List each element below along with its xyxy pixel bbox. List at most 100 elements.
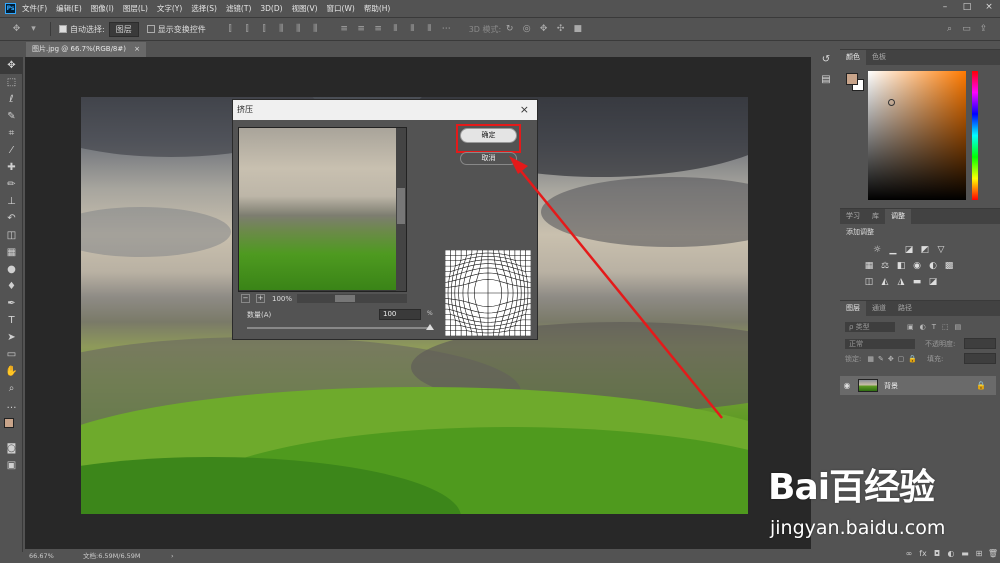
menu-help[interactable]: 帮助(H) (364, 3, 391, 14)
brush-tool-icon[interactable]: ✏ (0, 176, 23, 193)
layer-row-background[interactable]: ◉ 背景 🔒 (840, 376, 996, 395)
align-hcenter-icon[interactable]: ⫼ (292, 23, 305, 35)
blend-mode-select[interactable]: 正常 (845, 338, 915, 349)
gradient-map-icon[interactable]: ▬ (910, 276, 924, 288)
menu-window[interactable]: 窗口(W) (327, 3, 355, 14)
tab-swatches[interactable]: 色板 (866, 50, 892, 65)
align-bottom-icon[interactable]: ⫿ (258, 23, 271, 35)
menu-file[interactable]: 文件(F) (22, 3, 47, 14)
vibrance-icon[interactable]: ▽ (934, 244, 948, 256)
hue-saturation-icon[interactable]: ▦ (862, 260, 876, 272)
dialog-close-icon[interactable]: × (520, 100, 529, 120)
distribute-top-icon[interactable]: ≡ (338, 23, 351, 35)
distribute-right-icon[interactable]: ⦀ (423, 23, 436, 35)
menu-filter[interactable]: 滤镜(T) (226, 3, 251, 14)
share-icon[interactable]: ⇪ (977, 23, 990, 35)
dropdown-chevron-icon[interactable]: ▾ (27, 23, 40, 35)
amount-slider[interactable] (247, 327, 431, 329)
tab-layers[interactable]: 图层 (840, 301, 866, 316)
more-tools-icon[interactable]: … (0, 397, 23, 414)
color-swatches[interactable] (0, 414, 23, 440)
3d-pan-icon[interactable]: ✥ (537, 23, 550, 35)
filter-preview[interactable] (238, 127, 407, 292)
tab-libraries[interactable]: 库 (866, 209, 885, 224)
blur-tool-icon[interactable]: ● (0, 261, 23, 278)
3d-scale-icon[interactable]: ■ (571, 23, 584, 35)
tab-adjustments[interactable]: 调整 (885, 209, 911, 224)
quick-select-tool-icon[interactable]: ✎ (0, 108, 23, 125)
curves-icon[interactable]: ◪ (902, 244, 916, 256)
fill-field[interactable] (964, 353, 996, 364)
photo-filter-icon[interactable]: ◉ (910, 260, 924, 272)
menu-type[interactable]: 文字(Y) (157, 3, 182, 14)
path-select-tool-icon[interactable]: ➤ (0, 329, 23, 346)
menu-layer[interactable]: 图层(L) (123, 3, 148, 14)
align-top-icon[interactable]: ⫿ (224, 23, 237, 35)
tab-channels[interactable]: 通道 (866, 301, 892, 316)
color-balance-icon[interactable]: ⚖ (878, 260, 892, 272)
hand-tool-icon[interactable]: ✋ (0, 363, 23, 380)
black-white-icon[interactable]: ◧ (894, 260, 908, 272)
shape-tool-icon[interactable]: ▭ (0, 346, 23, 363)
crop-tool-icon[interactable]: ⌗ (0, 125, 23, 142)
marquee-tool-icon[interactable]: ⬚ (0, 74, 23, 91)
transform-controls-checkbox[interactable] (146, 25, 155, 33)
zoom-tool-icon[interactable]: ⌕ (0, 380, 23, 397)
amount-input[interactable]: 100 (379, 309, 421, 320)
distribute-bottom-icon[interactable]: ≡ (372, 23, 385, 35)
exposure-icon[interactable]: ◩ (918, 244, 932, 256)
hue-slider[interactable] (972, 71, 978, 200)
distribute-vcenter-icon[interactable]: ≡ (355, 23, 368, 35)
clone-stamp-tool-icon[interactable]: ⊥ (0, 193, 23, 210)
3d-roll-icon[interactable]: ◎ (520, 23, 533, 35)
close-tab-icon[interactable]: × (134, 42, 140, 57)
tab-paths[interactable]: 路径 (892, 301, 918, 316)
document-tab[interactable]: 图片.jpg @ 66.7%(RGB/8#) × (26, 42, 146, 57)
color-field[interactable] (868, 71, 966, 200)
zoom-level[interactable]: 66.67% (29, 549, 54, 563)
posterize-icon[interactable]: ◭ (878, 276, 892, 288)
maximize-icon[interactable]: □ (956, 0, 978, 16)
auto-align-icon[interactable]: ⋯ (440, 23, 453, 35)
opacity-field[interactable] (964, 338, 996, 349)
lock-icons[interactable]: ▦✎✥▢🔒 (867, 355, 921, 363)
zoom-out-button[interactable]: − (241, 294, 250, 303)
threshold-icon[interactable]: ◮ (894, 276, 908, 288)
preview-vertical-scrollbar[interactable] (396, 128, 406, 291)
pen-tool-icon[interactable]: ✒ (0, 295, 23, 312)
auto-select-checkbox[interactable] (59, 25, 67, 33)
quick-mask-icon[interactable]: ◙ (0, 440, 23, 457)
color-picker-cursor[interactable] (888, 99, 895, 106)
color-lookup-icon[interactable]: ▩ (942, 260, 956, 272)
zoom-in-button[interactable]: + (256, 294, 265, 303)
tab-learn[interactable]: 学习 (840, 209, 866, 224)
properties-panel-icon[interactable]: ▤ (815, 70, 837, 90)
screen-mode-icon[interactable]: ▣ (0, 457, 23, 474)
align-right-icon[interactable]: ⫼ (309, 23, 322, 35)
auto-select-dropdown[interactable]: 图层 (108, 21, 139, 37)
workspace-icon[interactable]: ▭ (960, 23, 973, 35)
3d-slide-icon[interactable]: ✣ (554, 23, 567, 35)
distribute-hcenter-icon[interactable]: ⦀ (406, 23, 419, 35)
align-vcenter-icon[interactable]: ⫿ (241, 23, 254, 35)
menu-edit[interactable]: 编辑(E) (56, 3, 82, 14)
cancel-button[interactable]: 取消 (460, 152, 517, 165)
tab-color[interactable]: 颜色 (840, 50, 866, 65)
menu-view[interactable]: 视图(V) (292, 3, 318, 14)
lasso-tool-icon[interactable]: ℓ (0, 91, 23, 108)
menu-image[interactable]: 图像(I) (91, 3, 114, 14)
ok-button[interactable]: 确定 (460, 128, 517, 143)
history-brush-tool-icon[interactable]: ↶ (0, 210, 23, 227)
healing-brush-tool-icon[interactable]: ✚ (0, 159, 23, 176)
channel-mixer-icon[interactable]: ◐ (926, 260, 940, 272)
eyedropper-tool-icon[interactable]: ⁄ (0, 142, 23, 159)
menu-select[interactable]: 选择(S) (191, 3, 217, 14)
layer-filter-icons[interactable]: ▣◐T⬚▤ (907, 323, 967, 331)
align-left-icon[interactable]: ⫼ (275, 23, 288, 35)
dodge-tool-icon[interactable]: ♦ (0, 278, 23, 295)
preview-horizontal-scrollbar[interactable] (297, 294, 407, 303)
move-tool-icon[interactable]: ✥ (0, 57, 23, 74)
amount-slider-thumb[interactable] (426, 324, 434, 330)
minimize-icon[interactable]: – (934, 0, 956, 16)
history-panel-icon[interactable]: ↺ (815, 50, 837, 70)
